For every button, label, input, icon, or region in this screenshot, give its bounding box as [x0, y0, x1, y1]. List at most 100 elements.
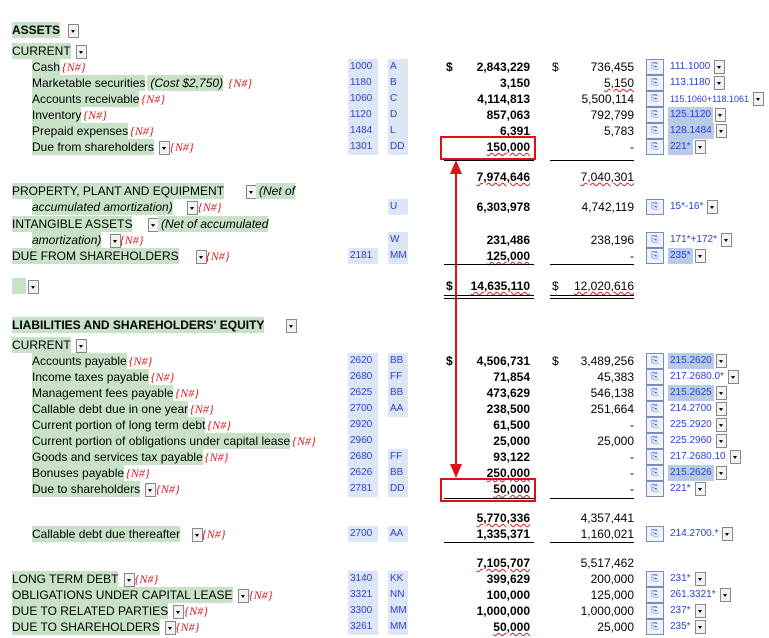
- ppe-formula[interactable]: ⎘ 15*-16*: [646, 199, 719, 216]
- formula-dropdown[interactable]: [714, 76, 726, 90]
- liab-ref: AA: [388, 401, 408, 417]
- lt-formula[interactable]: ⎘ 237*: [646, 603, 706, 620]
- link-icon[interactable]: ⎘: [646, 481, 664, 497]
- link-icon[interactable]: ⎘: [646, 619, 664, 635]
- formula-dropdown[interactable]: [727, 370, 739, 384]
- link-icon[interactable]: ⎘: [646, 59, 664, 75]
- lt-dropdown[interactable]: [173, 605, 185, 619]
- total-assets-dropdown[interactable]: [28, 280, 39, 294]
- ppe-note-dropdown[interactable]: [187, 201, 198, 215]
- asset-na: {N#}: [62, 60, 86, 74]
- lt-dropdown[interactable]: [237, 589, 249, 603]
- liab-formula[interactable]: ⎘ 221*: [646, 481, 706, 498]
- formula-dropdown[interactable]: [694, 572, 706, 586]
- link-icon[interactable]: ⎘: [646, 465, 664, 481]
- liab-formula[interactable]: ⎘ 225.2920: [646, 417, 727, 434]
- asset-formula[interactable]: ⎘ 113.1180: [646, 75, 726, 92]
- liab-row: Current portion of long term debt {N#} 292…: [0, 417, 769, 433]
- link-icon[interactable]: ⎘: [646, 587, 664, 603]
- asset-note: (Cost $2,750): [147, 75, 224, 91]
- link-icon[interactable]: ⎘: [646, 433, 664, 449]
- link-icon[interactable]: ⎘: [646, 139, 664, 155]
- due-from-sh-formula[interactable]: ⎘ 235*: [646, 248, 706, 265]
- callable-thereafter-formula[interactable]: ⎘ 214.2700.*: [646, 526, 734, 543]
- link-icon[interactable]: ⎘: [646, 248, 664, 264]
- asset-dropdown[interactable]: [159, 141, 171, 155]
- link-icon[interactable]: ⎘: [646, 449, 664, 465]
- liab-formula[interactable]: ⎘ 217.2680.0*: [646, 369, 739, 386]
- formula-dropdown[interactable]: [715, 354, 727, 368]
- total-assets-label-cell: [12, 278, 26, 294]
- liab-na: {N#}: [175, 386, 200, 400]
- lt-formula[interactable]: ⎘ 261.3321*: [646, 587, 731, 604]
- formula-dropdown[interactable]: [694, 140, 706, 154]
- lt-row: DUE TO SHAREHOLDERS {N#} 3261 MM 50,000 25,00…: [0, 619, 769, 635]
- formula-dropdown[interactable]: [729, 450, 741, 464]
- formula-dropdown[interactable]: [694, 249, 706, 263]
- link-icon[interactable]: ⎘: [646, 571, 664, 587]
- formula-dropdown[interactable]: [715, 418, 727, 432]
- liab-v2: -: [630, 466, 634, 480]
- link-icon[interactable]: ⎘: [646, 75, 664, 91]
- current-liab-total-v1: 5,770,336: [476, 511, 530, 525]
- formula-dropdown[interactable]: [694, 482, 706, 496]
- formula-dropdown[interactable]: [715, 466, 727, 480]
- formula-dropdown[interactable]: [715, 434, 727, 448]
- formula-dropdown[interactable]: [722, 527, 734, 541]
- due-from-sh-v2: -: [630, 249, 634, 263]
- liab-formula[interactable]: ⎘ 215.2626: [646, 465, 727, 482]
- lt-row: DUE TO RELATED PARTIES {N#} 3300 MM 1,000,00…: [0, 603, 769, 619]
- link-icon[interactable]: ⎘: [646, 385, 664, 401]
- formula-dropdown[interactable]: [694, 620, 706, 634]
- link-icon[interactable]: ⎘: [646, 199, 664, 215]
- liab-v2: 251,664: [590, 402, 634, 416]
- formula-dropdown[interactable]: [753, 92, 764, 106]
- liab-row: Bonuses payable {N#} 2626 BB 250,000- ⎘ 215.26…: [0, 465, 769, 481]
- liab-formula[interactable]: ⎘ 215.2620: [646, 353, 727, 370]
- liab-formula[interactable]: ⎘ 217.2680.10: [646, 449, 741, 466]
- lt-formula[interactable]: ⎘ 235*: [646, 619, 706, 636]
- liab-v2: 546,138: [590, 386, 634, 400]
- liab-v2: -: [630, 418, 634, 432]
- formula-dropdown[interactable]: [715, 386, 727, 400]
- formula-dropdown[interactable]: [714, 108, 726, 122]
- asset-formula[interactable]: ⎘ 125.1120: [646, 107, 726, 124]
- formula-dropdown[interactable]: [707, 200, 719, 214]
- assets-dropdown[interactable]: [68, 24, 79, 38]
- formula-dropdown[interactable]: [721, 233, 732, 247]
- liab-dropdown[interactable]: [145, 483, 157, 497]
- intangible-formula[interactable]: ⎘ 171*+172*: [646, 232, 732, 249]
- formula-dropdown[interactable]: [714, 60, 726, 74]
- asset-formula[interactable]: ⎘ 115.1060+118.1061: [646, 91, 764, 108]
- formula-dropdown[interactable]: [715, 402, 727, 416]
- lt-formula[interactable]: ⎘ 231*: [646, 571, 706, 588]
- formula-dropdown[interactable]: [694, 604, 706, 618]
- link-icon[interactable]: ⎘: [646, 353, 664, 369]
- liab-formula[interactable]: ⎘ 214.2700: [646, 401, 727, 418]
- link-icon[interactable]: ⎘: [646, 526, 664, 542]
- link-icon[interactable]: ⎘: [646, 107, 664, 123]
- link-icon[interactable]: ⎘: [646, 91, 664, 107]
- link-icon[interactable]: ⎘: [646, 232, 664, 248]
- liab-ref: BB: [388, 353, 408, 369]
- liab-na: {N#}: [190, 402, 214, 416]
- current-assets-dropdown[interactable]: [76, 45, 87, 59]
- asset-code: 1120: [348, 107, 378, 123]
- lt-dropdown[interactable]: [164, 621, 176, 635]
- link-icon[interactable]: ⎘: [646, 123, 664, 139]
- formula-dropdown[interactable]: [719, 588, 731, 602]
- formula-dropdown[interactable]: [715, 124, 727, 138]
- link-icon[interactable]: ⎘: [646, 417, 664, 433]
- liab-formula[interactable]: ⎘ 225.2960: [646, 433, 727, 450]
- asset-formula[interactable]: ⎘ 111.1000: [646, 59, 726, 76]
- liab-subtotal-v1: 7,105,707: [476, 556, 530, 570]
- current-liab-dropdown[interactable]: [76, 339, 87, 353]
- link-icon[interactable]: ⎘: [646, 369, 664, 385]
- lt-dropdown[interactable]: [123, 573, 135, 587]
- liab-formula[interactable]: ⎘ 215.2625: [646, 385, 727, 402]
- asset-formula[interactable]: ⎘ 221*: [646, 139, 706, 156]
- asset-formula[interactable]: ⎘ 128.1484: [646, 123, 727, 140]
- link-icon[interactable]: ⎘: [646, 603, 664, 619]
- liab-dropdown[interactable]: [286, 319, 297, 333]
- link-icon[interactable]: ⎘: [646, 401, 664, 417]
